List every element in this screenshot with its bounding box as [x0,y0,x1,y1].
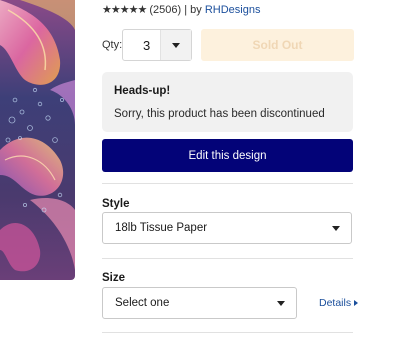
by-text: | by [184,4,202,16]
sold-out-button[interactable]: Sold Out [201,29,354,61]
designer-link[interactable]: RHDesigns [205,4,261,16]
chevron-down-icon [172,42,180,48]
floral-artwork [0,0,75,280]
review-count[interactable]: (2506) [149,4,181,16]
edit-design-button[interactable]: Edit this design [102,139,353,172]
quantity-dropdown-button[interactable] [160,30,191,60]
divider [102,332,353,333]
chevron-down-icon [332,226,340,231]
style-select[interactable]: 18lb Tissue Paper [102,212,352,244]
divider [102,258,353,259]
quantity-value: 3 [143,38,151,53]
product-image[interactable] [0,0,75,280]
divider [102,183,353,184]
quantity-label: Qty: [102,39,123,51]
size-value: Select one [115,297,170,309]
notice-title: Heads-up! [114,85,171,97]
size-details-link[interactable]: Details [319,297,359,309]
discontinued-notice: Heads-up! Sorry, this product has been d… [102,72,353,132]
chevron-down-icon [277,301,285,306]
style-value: 18lb Tissue Paper [115,222,208,234]
details-label: Details [319,297,352,309]
notice-message: Sorry, this product has been discontinue… [114,108,325,120]
style-label: Style [102,198,130,210]
size-select[interactable]: Select one [102,287,297,319]
chevron-right-icon [354,300,359,306]
rating-line: ★★★★★ (2506) | by RHDesigns [102,3,260,16]
size-label: Size [102,272,126,284]
star-rating-icon[interactable]: ★★★★★ [102,4,147,16]
quantity-select[interactable]: 3 [122,29,192,61]
